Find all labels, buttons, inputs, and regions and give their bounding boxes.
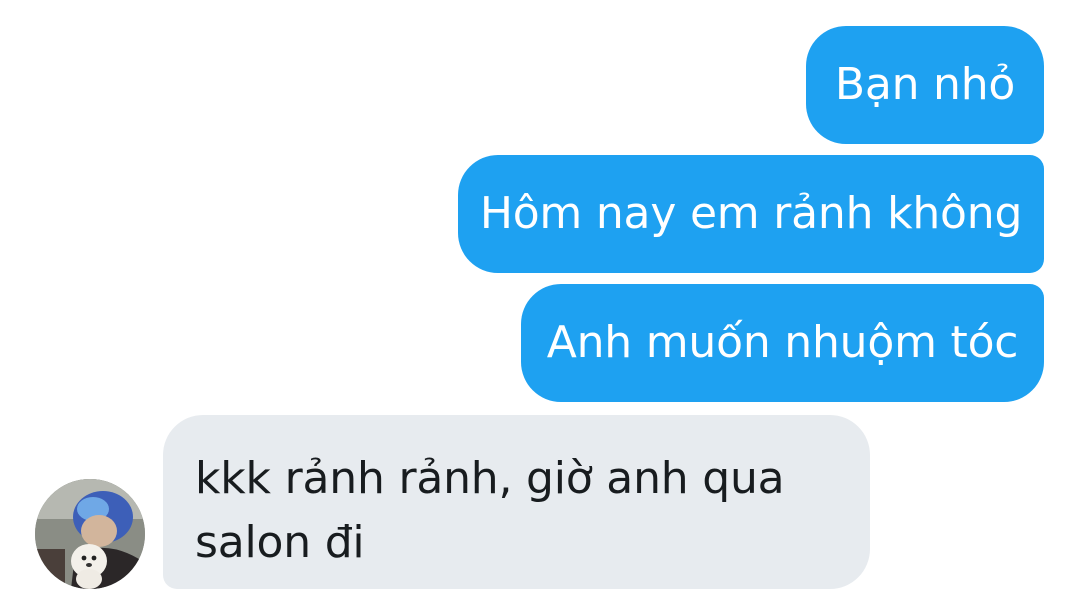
sent-message-bubble[interactable]: Anh muốn nhuộm tóc [521,284,1044,402]
sent-message-bubble[interactable]: Hôm nay em rảnh không [458,155,1044,273]
message-text: Hôm nay em rảnh không [479,188,1023,239]
message-text-line: kkk rảnh rảnh, giờ anh qua [195,453,785,504]
chat-thread: Bạn nhỏ Hôm nay em rảnh không Anh muốn n… [0,0,1080,603]
avatar-photo-icon [35,479,145,589]
message-text-line: salon đi [195,517,365,568]
message-text: Bạn nhỏ [834,59,1016,110]
sent-message-bubble[interactable]: Bạn nhỏ [806,26,1044,144]
contact-avatar[interactable] [35,479,145,589]
message-text: Anh muốn nhuộm tóc [546,317,1019,368]
received-message-bubble[interactable]: kkk rảnh rảnh, giờ anh qua salon đi [163,415,870,589]
